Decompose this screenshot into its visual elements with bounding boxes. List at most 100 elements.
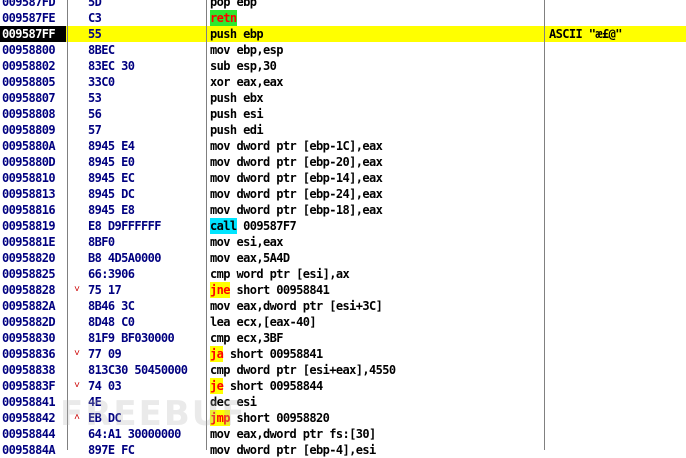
address-cell[interactable]: 00958808	[2, 106, 66, 122]
disassembly-cell[interactable]: mov esi,eax	[210, 234, 540, 250]
hex-dump-cell[interactable]: 897E FC	[88, 442, 206, 458]
address-cell[interactable]: 00958830	[2, 330, 66, 346]
disasm-row[interactable]: 00958808 56 push esi	[0, 106, 686, 122]
hex-dump-cell[interactable]: B8 4D5A0000	[88, 250, 206, 266]
disasm-row[interactable]: 00958810 8945 EC mov dword ptr [ebp-14],ea…	[0, 170, 686, 186]
address-cell[interactable]: 00958844	[2, 426, 66, 442]
disasm-row[interactable]: 00958828 ˅ 75 17 jne short 00958841	[0, 282, 686, 298]
comment-cell[interactable]	[549, 90, 684, 106]
address-cell[interactable]: 00958819	[2, 218, 66, 234]
disasm-row[interactable]: 0095880D 8945 E0 mov dword ptr [ebp-20],ea…	[0, 154, 686, 170]
address-cell[interactable]: 0095882A	[2, 298, 66, 314]
disasm-row[interactable]: 00958838 813C30 50450000 cmp dword ptr [es…	[0, 362, 686, 378]
disassembly-cell[interactable]: mov dword ptr [ebp-4],esi	[210, 442, 540, 458]
disassembly-cell[interactable]: mov eax,5A4D	[210, 250, 540, 266]
comment-cell[interactable]	[549, 298, 684, 314]
comment-cell[interactable]: ASCII "æ£@"	[549, 26, 684, 42]
comment-cell[interactable]	[549, 346, 684, 362]
hex-dump-cell[interactable]: 81F9 BF030000	[88, 330, 206, 346]
comment-cell[interactable]	[549, 314, 684, 330]
comment-cell[interactable]	[549, 378, 684, 394]
comment-cell[interactable]	[549, 154, 684, 170]
comment-cell[interactable]	[549, 106, 684, 122]
comment-cell[interactable]	[549, 0, 684, 10]
disassembly-cell[interactable]: cmp word ptr [esi],ax	[210, 266, 540, 282]
comment-cell[interactable]	[549, 362, 684, 378]
comment-cell[interactable]	[549, 186, 684, 202]
address-cell[interactable]: 009587FE	[2, 10, 66, 26]
address-cell[interactable]: 00958816	[2, 202, 66, 218]
comment-cell[interactable]	[549, 266, 684, 282]
hex-dump-cell[interactable]: 8945 E4	[88, 138, 206, 154]
address-cell[interactable]: 009587FD	[2, 0, 66, 10]
disasm-row[interactable]: 00958841 4E dec esi	[0, 394, 686, 410]
disasm-row[interactable]: 00958816 8945 E8 mov dword ptr [ebp-18],ea…	[0, 202, 686, 218]
disasm-row[interactable]: 00958809 57 push edi	[0, 122, 686, 138]
address-cell[interactable]: 00958802	[2, 58, 66, 74]
hex-dump-cell[interactable]: 56	[88, 106, 206, 122]
address-cell[interactable]: 00958805	[2, 74, 66, 90]
comment-cell[interactable]	[549, 442, 684, 458]
comment-cell[interactable]	[549, 10, 684, 26]
disassembly-cell[interactable]: pop ebp	[210, 0, 540, 10]
address-cell[interactable]: 00958842	[2, 410, 66, 426]
disassembly-pane[interactable]: 009587FD 5D pop ebp 009587FE C3 retn 009587FF 5…	[0, 0, 686, 458]
disasm-row[interactable]: 0095882A 8B46 3C mov eax,dword ptr [esi+3C…	[0, 298, 686, 314]
hex-dump-cell[interactable]: 8945 E8	[88, 202, 206, 218]
address-cell[interactable]: 0095880D	[2, 154, 66, 170]
disassembly-cell[interactable]: jne short 00958841	[210, 282, 540, 298]
disasm-row[interactable]: 009587FD 5D pop ebp	[0, 0, 686, 10]
disassembly-cell[interactable]: mov ebp,esp	[210, 42, 540, 58]
disasm-row[interactable]: 00958825 66:3906 cmp word ptr [esi],ax	[0, 266, 686, 282]
disassembly-cell[interactable]: cmp ecx,3BF	[210, 330, 540, 346]
address-cell[interactable]: 00958809	[2, 122, 66, 138]
address-cell[interactable]: 00958825	[2, 266, 66, 282]
address-cell[interactable]: 00958828	[2, 282, 66, 298]
hex-dump-cell[interactable]: 53	[88, 90, 206, 106]
address-cell[interactable]: 00958813	[2, 186, 66, 202]
address-cell[interactable]: 00958836	[2, 346, 66, 362]
disasm-row[interactable]: 00958844 64:A1 30000000 mov eax,dword ptr …	[0, 426, 686, 442]
disasm-row[interactable]: 0095881E 8BF0 mov esi,eax	[0, 234, 686, 250]
disassembly-cell[interactable]: xor eax,eax	[210, 74, 540, 90]
hex-dump-cell[interactable]: 8945 DC	[88, 186, 206, 202]
disasm-row[interactable]: 00958800 8BEC mov ebp,esp	[0, 42, 686, 58]
address-cell[interactable]: 009587FF	[0, 26, 66, 42]
comment-cell[interactable]	[549, 394, 684, 410]
disassembly-cell[interactable]: push ebx	[210, 90, 540, 106]
comment-cell[interactable]	[549, 42, 684, 58]
disassembly-cell[interactable]: lea ecx,[eax-40]	[210, 314, 540, 330]
disassembly-cell[interactable]: mov eax,dword ptr [esi+3C]	[210, 298, 540, 314]
hex-dump-cell[interactable]: 74 03	[88, 378, 206, 394]
disasm-row[interactable]: 00958820 B8 4D5A0000 mov eax,5A4D	[0, 250, 686, 266]
disassembly-cell[interactable]: push esi	[210, 106, 540, 122]
comment-cell[interactable]	[549, 330, 684, 346]
comment-cell[interactable]	[549, 410, 684, 426]
comment-cell[interactable]	[549, 170, 684, 186]
disassembly-cell[interactable]: mov dword ptr [ebp-1C],eax	[210, 138, 540, 154]
hex-dump-cell[interactable]: 83EC 30	[88, 58, 206, 74]
disasm-row[interactable]: 00958842 ˄ EB DC jmp short 00958820	[0, 410, 686, 426]
comment-cell[interactable]	[549, 138, 684, 154]
address-cell[interactable]: 00958800	[2, 42, 66, 58]
address-cell[interactable]: 0095882D	[2, 314, 66, 330]
hex-dump-cell[interactable]: 8BEC	[88, 42, 206, 58]
comment-cell[interactable]	[549, 74, 684, 90]
hex-dump-cell[interactable]: 8BF0	[88, 234, 206, 250]
hex-dump-cell[interactable]: 813C30 50450000	[88, 362, 206, 378]
address-cell[interactable]: 0095880A	[2, 138, 66, 154]
disasm-row[interactable]: 009587FE C3 retn	[0, 10, 686, 26]
address-cell[interactable]: 0095881E	[2, 234, 66, 250]
hex-dump-cell[interactable]: 64:A1 30000000	[88, 426, 206, 442]
disasm-row[interactable]: 0095884A 897E FC mov dword ptr [ebp-4],esi	[0, 442, 686, 458]
hex-dump-cell[interactable]: 75 17	[88, 282, 206, 298]
disasm-row-current[interactable]: 009587FF 55 push ebp ASCII "æ£@"	[0, 26, 686, 42]
comment-cell[interactable]	[549, 122, 684, 138]
hex-dump-cell[interactable]: 5D	[88, 0, 206, 10]
address-cell[interactable]: 00958820	[2, 250, 66, 266]
disassembly-cell[interactable]: push edi	[210, 122, 540, 138]
disassembly-cell[interactable]: mov dword ptr [ebp-18],eax	[210, 202, 540, 218]
address-cell[interactable]: 0095883F	[2, 378, 66, 394]
comment-cell[interactable]	[549, 202, 684, 218]
hex-dump-cell[interactable]: 66:3906	[88, 266, 206, 282]
